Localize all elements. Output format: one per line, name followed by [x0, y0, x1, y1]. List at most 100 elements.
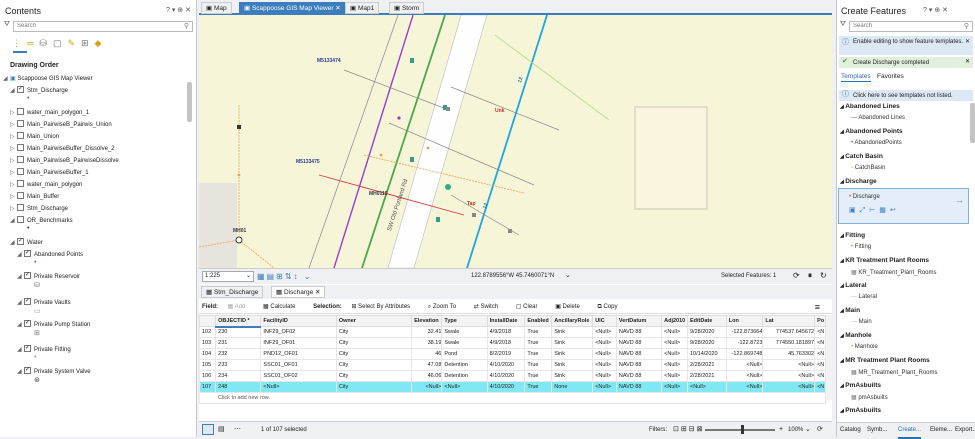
table-cell[interactable]: <Null>: [260, 381, 337, 393]
table-tools-icon[interactable]: ⋯: [234, 422, 241, 438]
table-cell[interactable]: <Null>: [762, 359, 816, 371]
table-cell[interactable]: 4/10/2020: [486, 370, 526, 382]
table-cell[interactable]: True: [524, 337, 553, 349]
template-item[interactable]: • Discharge: [849, 194, 880, 200]
table-cell[interactable]: <N: [814, 370, 826, 382]
column-header[interactable]: VertDatum: [615, 315, 663, 327]
layer-row[interactable]: ▷ water_main_polygon_1: [10, 107, 89, 119]
layer-visibility-checkbox[interactable]: ✓: [24, 344, 31, 352]
table-cell[interactable]: <Null>: [592, 348, 617, 360]
layer-visibility-checkbox[interactable]: [17, 107, 24, 115]
template-group-header[interactable]: ◢ Manhole: [840, 332, 872, 339]
expand-arrow-icon[interactable]: ▷: [10, 119, 17, 131]
table-cell[interactable]: 47.08: [411, 359, 443, 371]
table-cell[interactable]: 231: [215, 337, 262, 349]
table-row[interactable]: 102 230 INF29_OF02 City 32.41 Swale 4/9/2018 Tr…: [198, 326, 826, 338]
layer-visibility-checkbox[interactable]: [17, 131, 24, 139]
column-header[interactable]: FacilityID: [260, 315, 337, 327]
zoom-to-button[interactable]: ⌕ Zoom To: [428, 304, 464, 310]
table-cell[interactable]: -122.8723: [725, 337, 764, 349]
add-row-label[interactable]: Click to add new row.: [199, 392, 826, 404]
layer-visibility-checkbox[interactable]: [17, 191, 24, 199]
table-cell[interactable]: PND12_OF01: [260, 348, 337, 360]
column-header[interactable]: Elevation: [411, 315, 443, 327]
table-cell[interactable]: 4/10/2020: [486, 359, 526, 371]
layer-row[interactable]: ◢ ✓ Abandoned Points: [17, 249, 83, 261]
close-icon[interactable]: ✕: [315, 289, 320, 296]
layer-row[interactable]: ▷ Stm_Discharge: [10, 203, 68, 215]
list-by-source-icon[interactable]: ⛁: [39, 38, 53, 48]
expand-arrow-icon[interactable]: ▷: [10, 107, 17, 119]
layer-row[interactable]: ◢ ✓ Private Pump Station: [17, 319, 90, 331]
list-by-snapping-icon[interactable]: ⊞: [81, 38, 95, 48]
construction-tools[interactable]: ▣⤢⊢▦↩: [849, 206, 900, 215]
layer-row[interactable]: ▷ Main_PairwiseBuffer_1: [10, 167, 89, 179]
template-group-header[interactable]: ◢ PmAsbuilts: [840, 407, 881, 414]
table-row[interactable]: 105 233 SSC01_OF01 City 47.08 Detention 4/10/2…: [198, 359, 826, 371]
layer-row[interactable]: ◢ ✓ Private Fitting: [17, 344, 71, 356]
create-search-input[interactable]: ⚲: [849, 21, 973, 32]
chevron-down-icon[interactable]: ⌄: [805, 422, 811, 438]
coord-dropdown-icon[interactable]: ⌄: [565, 271, 571, 279]
table-cell[interactable]: 46.06: [411, 370, 443, 382]
column-header[interactable]: Adj2010: [661, 315, 688, 327]
copy-button[interactable]: ⧉ Copy: [598, 304, 626, 310]
table-cell[interactable]: 8/2/2019: [486, 348, 526, 360]
table-cell[interactable]: True: [524, 326, 553, 338]
view-tools[interactable]: ▦▤⊞⇅↕ ⌄: [257, 272, 312, 281]
layer-row[interactable]: ◢ ✓ Private System Valve: [17, 366, 91, 378]
table-row[interactable]: 104 232 PND12_OF01 City 46 Pond 8/2/2019 True Si…: [198, 348, 826, 360]
table-cell[interactable]: <Null>: [661, 381, 688, 393]
template-group-header[interactable]: ◢ PmAsbuilts: [840, 382, 881, 389]
table-cell[interactable]: Swale: [441, 337, 488, 349]
layer-visibility-checkbox[interactable]: [17, 155, 24, 163]
table-cell[interactable]: SSC01_OF02: [260, 370, 337, 382]
column-header[interactable]: Lon: [725, 315, 764, 327]
table-cell[interactable]: <Null>: [686, 381, 727, 393]
show-all-records-icon[interactable]: [202, 424, 214, 435]
layer-row[interactable]: ▷ Main_PairwiseB_Pairwis_Union: [10, 119, 112, 131]
layer-visibility-checkbox[interactable]: [17, 215, 24, 223]
layer-visibility-checkbox[interactable]: ✓: [24, 319, 31, 327]
layer-visibility-checkbox[interactable]: ✓: [24, 249, 31, 257]
table-cell[interactable]: City: [335, 381, 413, 393]
list-by-editing-icon[interactable]: ✎: [67, 38, 81, 48]
table-cell[interactable]: 230: [215, 326, 262, 338]
table-cell[interactable]: City: [335, 337, 413, 349]
tab-favorites[interactable]: Favorites: [877, 73, 904, 80]
table-cell[interactable]: 4/9/2018: [486, 326, 526, 338]
refresh-draw-icon[interactable]: ↻: [820, 271, 827, 280]
template-group-header[interactable]: ◢ Catch Basin: [840, 153, 883, 160]
table-cell[interactable]: 232: [215, 348, 262, 360]
template-item[interactable]: — Main: [851, 319, 872, 325]
table-cell[interactable]: -122.873664: [725, 326, 764, 338]
table-cell[interactable]: <Null>: [725, 381, 764, 393]
delete-button[interactable]: ▣ Delete: [555, 304, 588, 310]
search-input[interactable]: [853, 23, 955, 29]
table-cell[interactable]: NAVD 88: [615, 337, 663, 349]
template-group-header[interactable]: ◢ Abandoned Lines: [840, 103, 900, 110]
expand-arrow-icon[interactable]: ◢: [3, 73, 10, 85]
layer-visibility-checkbox[interactable]: [17, 203, 24, 211]
pane-tab[interactable]: Catalog: [840, 423, 861, 437]
clear-button[interactable]: ▢ Clear: [516, 304, 546, 310]
filter-icon[interactable]: ⛛: [840, 21, 846, 29]
table-cell[interactable]: Pond: [441, 348, 488, 360]
template-item[interactable]: • Fitting: [851, 244, 871, 250]
table-cell[interactable]: 4/10/2020: [486, 381, 526, 393]
layer-visibility-checkbox[interactable]: ✓: [17, 85, 24, 93]
show-selected-icon[interactable]: ▤: [218, 422, 225, 438]
table-cell[interactable]: 9/28/2020: [686, 326, 727, 338]
table-cell[interactable]: True: [524, 359, 553, 371]
layer-row[interactable]: ▷ water_main_polygon: [10, 179, 82, 191]
pane-tab[interactable]: Eleme...: [930, 423, 952, 437]
table-cell[interactable]: <Null>: [592, 370, 617, 382]
table-cell[interactable]: Swale: [441, 326, 488, 338]
arrow-right-icon[interactable]: →: [955, 195, 964, 205]
expand-arrow-icon[interactable]: ▷: [10, 191, 17, 203]
template-item[interactable]: ▦ KR_Treatment_Plant_Rooms: [851, 269, 937, 276]
table-cell[interactable]: <N: [814, 326, 826, 338]
table-cell[interactable]: 102: [198, 326, 217, 338]
building-footprint[interactable]: [634, 106, 708, 210]
table-cell[interactable]: <Null>: [441, 381, 488, 393]
